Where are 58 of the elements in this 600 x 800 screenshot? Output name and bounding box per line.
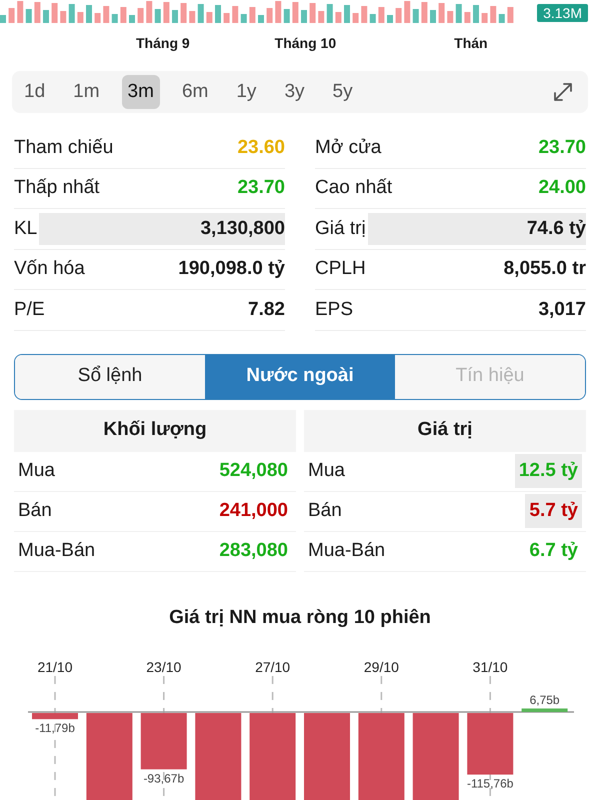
date-label: 27/10 [255, 659, 290, 675]
row-value: 5.7 tỷ [525, 494, 582, 528]
row-value: 6.7 tỷ [528, 538, 579, 563]
stat-label: Cao nhất [315, 176, 392, 200]
row-value: 12.5 tỷ [514, 454, 582, 488]
value-label: -93,67b [143, 771, 184, 786]
stat-value: 190,098.0 tỷ [177, 257, 285, 281]
volume-badge: 3.13M [537, 4, 588, 22]
row-value: 241,000 [218, 498, 289, 523]
date-label: 23/10 [146, 659, 182, 675]
row-label: Mua [18, 458, 55, 483]
stat-label: Vốn hóa [14, 257, 85, 281]
column-header: Khối lượng [14, 410, 296, 452]
date-label: 29/10 [364, 659, 399, 675]
stat-label: CPLH [315, 257, 366, 281]
value-label: 6,75b [530, 693, 560, 707]
column-header: Giá trị [304, 410, 586, 452]
period-tab[interactable]: 5y [326, 75, 359, 109]
stat-value: 23.70 [236, 176, 285, 200]
segment-tab[interactable]: Nước ngoài [205, 354, 395, 398]
stat-value: 74.6 tỷ [368, 212, 586, 245]
period-tab[interactable]: 1m [67, 75, 106, 109]
segment-tab[interactable]: Sổ lệnh [15, 354, 205, 398]
row-label: Mua-Bán [18, 538, 96, 563]
stat-label: P/E [14, 298, 45, 322]
row-label: Mua-Bán [308, 538, 386, 563]
stat-value: 3,017 [537, 298, 586, 322]
period-tab[interactable]: 1y [230, 75, 262, 109]
stat-label: EPS [315, 298, 354, 322]
stat-label: Thấp nhất [14, 176, 100, 200]
stat-label: Tham chiếu [14, 136, 114, 160]
value-label: -115,76b [466, 776, 514, 791]
stat-value: 23.60 [236, 136, 285, 160]
row-label: Bán [308, 498, 342, 523]
date-label: 31/10 [472, 659, 508, 675]
row-label: Bán [18, 498, 52, 523]
date-label: 21/10 [37, 659, 73, 675]
period-tab[interactable]: 1d [18, 75, 52, 109]
stat-value: 24.00 [537, 176, 586, 200]
stat-value: 7.82 [247, 298, 285, 322]
stat-label: Mở cửa [315, 136, 382, 160]
stat-value: 3,130,800 [39, 212, 285, 245]
month-label: Thán [454, 34, 488, 52]
period-tab[interactable]: 6m [176, 75, 214, 109]
row-value: 524,080 [218, 458, 289, 483]
row-label: Mua [308, 458, 345, 483]
period-tab[interactable]: 3y [278, 75, 311, 109]
stat-value: 23.70 [537, 136, 586, 160]
month-label: Tháng 10 [274, 34, 336, 53]
value-label: -11,79b [35, 721, 75, 736]
period-tab[interactable]: 3m [122, 75, 160, 109]
stat-value: 8,055.0 tr [502, 257, 586, 281]
expand-icon[interactable] [552, 81, 574, 103]
stat-label: Giá trị [315, 216, 366, 240]
row-value: 283,080 [218, 538, 289, 563]
stat-label: KL [14, 216, 38, 240]
month-label: Tháng 9 [136, 34, 190, 53]
chart-title: Giá trị NN mua ròng 10 phiên [168, 606, 432, 630]
